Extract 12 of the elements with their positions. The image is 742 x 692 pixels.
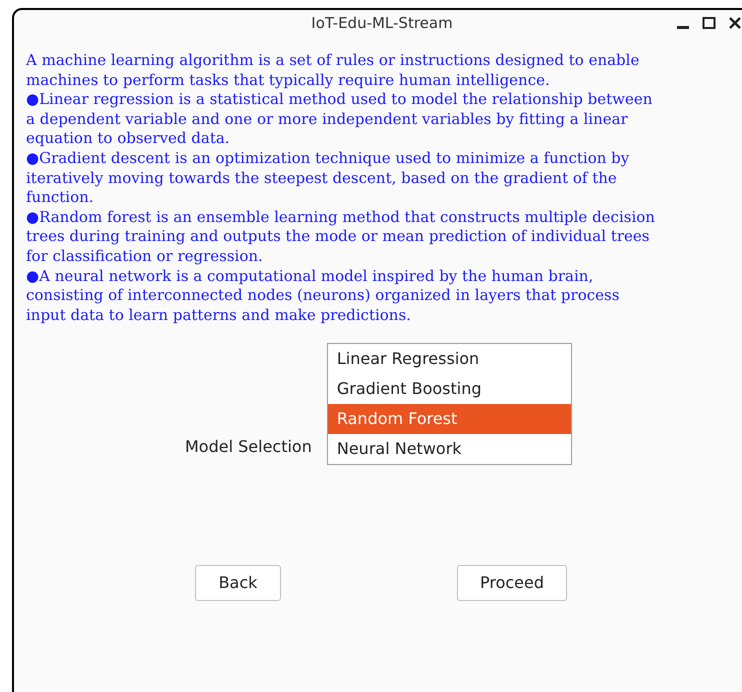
- description-paragraph: ●Linear regression is a statistical method used to model the relationship between a dependent variable and one or more independent variables by fitting a linear equation to observed data.: [26, 90, 652, 149]
- description-paragraph: ●Gradient descent is an optimization technique used to minimize a function by iteratively moving towards the steepest descent, based on the gradient of the function.: [26, 148, 630, 208]
- maximize-icon[interactable]: [702, 16, 716, 30]
- description-paragraph: A machine learning algorithm is a set of rules or instructions designed to enable machines to perform tasks that typically require human intelligence.: [26, 51, 640, 90]
- close-icon[interactable]: [728, 16, 742, 30]
- description-paragraph: ●A neural network is a computational model inspired by the human brain, consisting of interconnected nodes (neurons) organized in layers that process input data to learn patterns and make predictions.: [26, 266, 620, 326]
- description-paragraph: ●Random forest is an ensemble learning method that constructs multiple decision trees during training and outputs the mode or mean prediction of individual trees for classification or regression.: [26, 208, 655, 267]
- back-button[interactable]: Back: [195, 565, 281, 602]
- window-title: IoT-Edu-ML-Stream: [310, 12, 454, 34]
- model-selection-label: Model Selection: [185, 436, 312, 458]
- proceed-button[interactable]: Proceed: [457, 565, 567, 602]
- model-option[interactable]: Random Forest: [328, 404, 571, 434]
